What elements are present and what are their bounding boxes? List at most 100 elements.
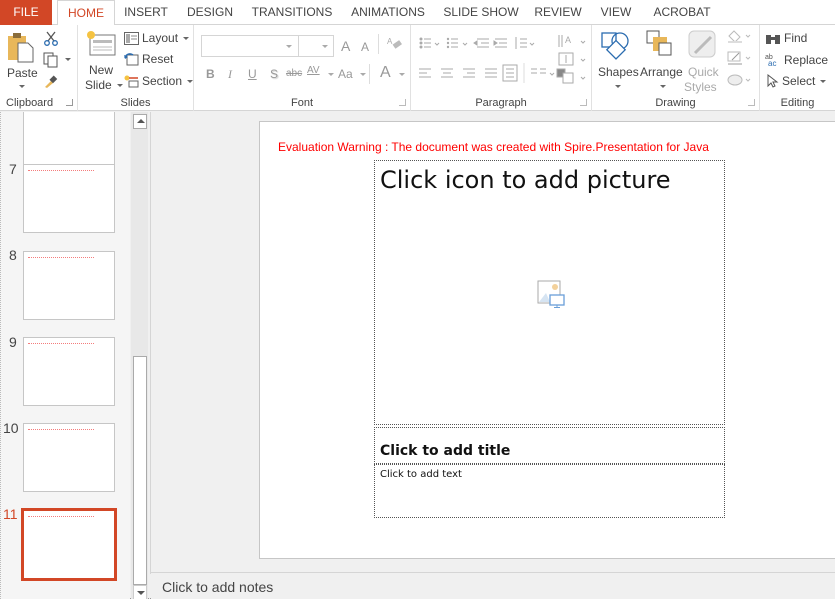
copy-button[interactable]: [43, 52, 71, 68]
picture-placeholder[interactable]: Click icon to add picture: [374, 160, 725, 425]
layout-button[interactable]: Layout: [124, 28, 190, 48]
font-name-dropdown[interactable]: [201, 35, 299, 57]
layout-icon: [124, 31, 139, 45]
slides-group: New Slide Layout Reset Section Slides: [78, 25, 194, 111]
text-shadow-button[interactable]: S: [270, 67, 278, 81]
section-button[interactable]: Section: [124, 71, 194, 91]
slide-canvas[interactable]: Evaluation Warning : The document was cr…: [259, 121, 835, 559]
shapes-button[interactable]: Shapes: [596, 29, 639, 91]
tab-view[interactable]: VIEW: [598, 0, 634, 25]
slide-thumbnail-10[interactable]: [23, 423, 115, 492]
paragraph-launcher-icon[interactable]: [580, 99, 587, 106]
align-center-icon: [441, 68, 453, 78]
scroll-down-button[interactable]: [133, 585, 147, 599]
arrange-button[interactable]: Arrange: [638, 29, 683, 91]
arrange-icon: [646, 30, 672, 56]
paintbrush-icon[interactable]: [43, 73, 59, 89]
change-case-button[interactable]: Aa: [338, 67, 353, 81]
section-label: Section: [142, 74, 183, 88]
layout-label: Layout: [142, 31, 179, 45]
clear-formatting-icon[interactable]: A: [387, 36, 403, 52]
slide-thumbnail-9[interactable]: [23, 337, 115, 406]
tab-review[interactable]: REVIEW: [533, 0, 583, 25]
slide-thumbnail-11[interactable]: [21, 508, 117, 581]
scroll-up-button[interactable]: [133, 114, 147, 129]
tab-acrobat[interactable]: ACROBAT: [650, 0, 714, 25]
new-slide-button[interactable]: New Slide: [82, 29, 123, 92]
font-launcher-icon[interactable]: [399, 99, 406, 106]
separator: [378, 34, 379, 54]
new-slide-icon: [87, 31, 116, 56]
font-group: A A A B I U S abc AV Aa A Font: [194, 25, 411, 111]
tab-animations[interactable]: ANIMATIONS: [346, 0, 430, 25]
chevron-down-icon: [187, 79, 194, 83]
shape-effects-icon[interactable]: [726, 72, 752, 88]
thumbnail-warning-text: [28, 343, 94, 344]
line-spacing-icon: [515, 37, 527, 49]
font-color-button[interactable]: A: [380, 64, 391, 82]
svg-text:A: A: [387, 37, 393, 46]
shrink-font-button[interactable]: A: [361, 40, 369, 54]
tab-design[interactable]: DESIGN: [184, 0, 236, 25]
drawing-group-label: Drawing: [655, 97, 696, 109]
svg-text:A: A: [565, 35, 571, 45]
quick-styles-icon: [688, 30, 716, 58]
drawing-launcher-icon[interactable]: [748, 99, 755, 106]
decrease-indent-icon: [473, 38, 489, 48]
evaluation-warning: Evaluation Warning : The document was cr…: [278, 140, 709, 154]
reset-icon: [124, 52, 139, 65]
tab-transitions[interactable]: TRANSITIONS: [250, 0, 334, 25]
tab-insert[interactable]: INSERT: [122, 0, 170, 25]
numbering-icon: [446, 37, 458, 49]
grow-font-button[interactable]: A: [341, 38, 350, 54]
slide-editor: Evaluation Warning : The document was cr…: [151, 112, 835, 572]
strikethrough-button[interactable]: abc: [286, 68, 302, 79]
scroll-thumb[interactable]: [133, 356, 147, 585]
arrow-up-icon: [137, 119, 145, 123]
clipboard-group: Paste Clipboard: [0, 25, 78, 111]
slide-thumbnail-panel: 7 8 9 10 11: [0, 112, 130, 599]
slide-thumbnail-8[interactable]: [23, 251, 115, 320]
slide-number: 11: [3, 506, 18, 522]
shape-fill-icon[interactable]: [726, 28, 752, 44]
slide-thumbnail-7[interactable]: [23, 164, 115, 233]
quick-styles-button[interactable]: Quick Styles: [684, 29, 722, 94]
new-slide-label-line1: New: [89, 63, 114, 77]
smartart-icon: [556, 68, 574, 84]
character-spacing-button[interactable]: AV: [307, 65, 320, 76]
shapes-icon: [601, 32, 629, 60]
slides-group-label: Slides: [120, 97, 151, 109]
tab-slide-show[interactable]: SLIDE SHOW: [443, 0, 519, 25]
underline-button[interactable]: U: [248, 67, 257, 81]
find-button[interactable]: Find: [765, 28, 807, 48]
font-size-dropdown[interactable]: [298, 35, 334, 57]
paragraph-group-label: Paragraph: [475, 97, 527, 109]
slide-thumbnail-6[interactable]: [23, 112, 115, 169]
insert-picture-icon[interactable]: [536, 279, 566, 309]
shape-outline-icon[interactable]: [726, 50, 752, 66]
replace-button[interactable]: ab ac Replace: [765, 50, 828, 70]
tab-home[interactable]: HOME: [57, 0, 115, 26]
slide-number: 9: [9, 334, 17, 350]
paste-button[interactable]: Paste: [4, 29, 38, 91]
select-button[interactable]: Select: [765, 71, 827, 91]
tab-file[interactable]: FILE: [0, 0, 52, 25]
find-label: Find: [784, 31, 808, 45]
title-placeholder[interactable]: Click to add title: [374, 427, 725, 464]
reset-button[interactable]: Reset: [124, 49, 173, 69]
quick-styles-label-line2: Styles: [684, 80, 717, 94]
thumbnail-warning-text: [28, 257, 94, 258]
clipboard-launcher-icon[interactable]: [66, 99, 73, 106]
thumbnail-scrollbar[interactable]: [131, 112, 148, 599]
italic-button[interactable]: I: [228, 67, 232, 82]
scissors-icon[interactable]: [43, 30, 59, 46]
drawing-group: Shapes Arrange Quick Styles Drawing: [592, 25, 760, 111]
title-placeholder-text: Click to add title: [380, 443, 511, 459]
paste-label: Paste: [7, 66, 38, 80]
paste-icon: [8, 33, 34, 63]
body-placeholder[interactable]: Click to add text: [374, 464, 725, 518]
bold-button[interactable]: B: [206, 67, 215, 81]
notes-pane[interactable]: Click to add notes: [151, 572, 835, 599]
select-label: Select: [782, 74, 816, 88]
svg-text:ac: ac: [768, 59, 776, 67]
